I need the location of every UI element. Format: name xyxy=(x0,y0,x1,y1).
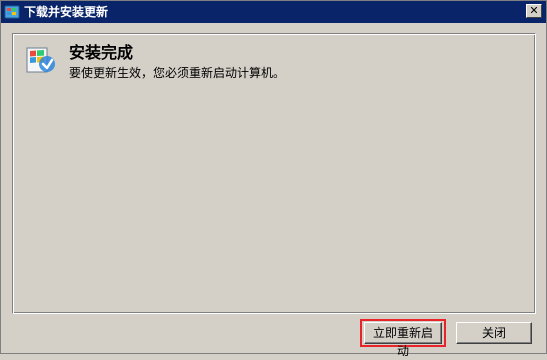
window-title: 下载并安装更新 xyxy=(24,5,109,19)
restart-now-button[interactable]: 立即重新启动 xyxy=(364,322,442,358)
windows-update-icon xyxy=(4,4,20,20)
windows-update-icon xyxy=(21,42,57,78)
title-bar: 下载并安装更新 ✕ xyxy=(1,1,546,23)
close-button[interactable]: 关闭 xyxy=(456,322,532,344)
update-dialog: 下载并安装更新 ✕ 安装完成 要使更新生效，您必须重新启动计算机。 立即重新启动… xyxy=(0,0,547,358)
restart-highlight-frame: 立即重新启动 xyxy=(360,319,446,358)
status-message: 要使更新生效，您必须重新启动计算机。 xyxy=(69,66,286,80)
window-close-button[interactable]: ✕ xyxy=(526,4,542,18)
status-heading: 安装完成 xyxy=(69,43,134,62)
